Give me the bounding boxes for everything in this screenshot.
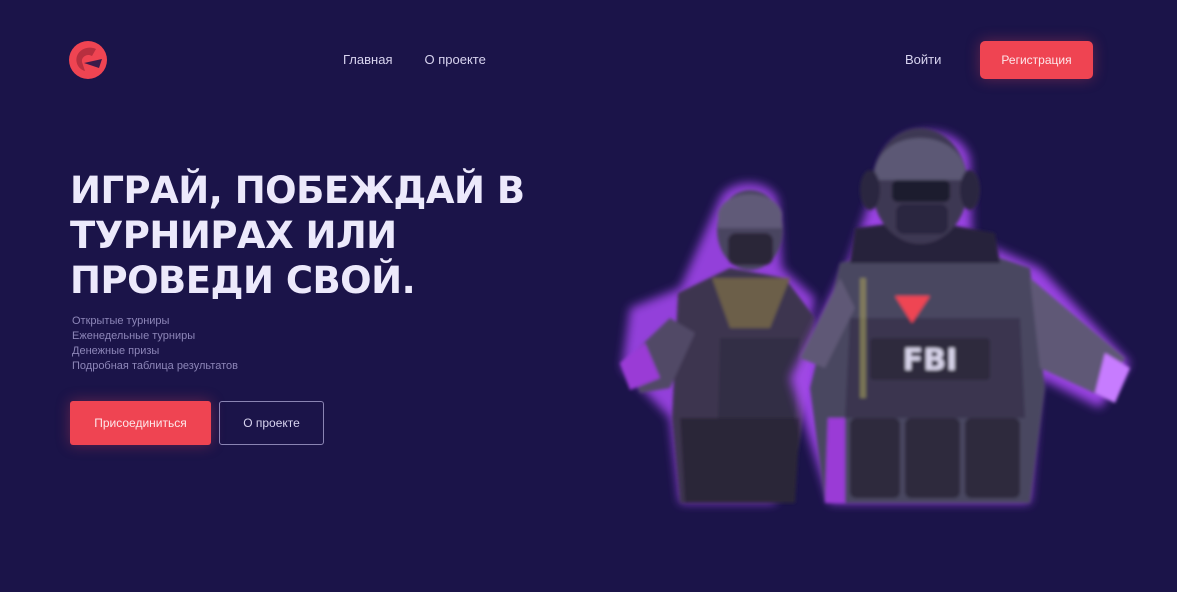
main-nav: Главная О проекте: [343, 52, 486, 67]
hero-soldiers-image: FBI: [600, 118, 1140, 513]
fbi-badge-text: FBI: [903, 343, 958, 378]
hero-feature-item: Еженедельные турниры: [72, 330, 196, 342]
hero-title: ИГРАЙ, ПОБЕЖДАЙ В ТУРНИРАХ ИЛИ ПРОВЕДИ С…: [70, 169, 525, 302]
about-button[interactable]: О проекте: [219, 401, 324, 445]
signup-button[interactable]: Регистрация: [980, 41, 1093, 79]
hero-feature-list: Открытые турниры Еженедельные турниры Де…: [72, 314, 238, 374]
login-link[interactable]: Войти: [905, 52, 941, 67]
hero-feature-item: Открытые турниры: [72, 315, 170, 327]
brand-logo-icon[interactable]: [66, 38, 112, 82]
hero-feature-item: Подробная таблица результатов: [72, 360, 238, 372]
nav-item-about[interactable]: О проекте: [424, 52, 485, 67]
join-button[interactable]: Присоединиться: [70, 401, 211, 445]
hero-feature-item: Денежные призы: [72, 345, 160, 357]
nav-item-home[interactable]: Главная: [343, 52, 392, 67]
